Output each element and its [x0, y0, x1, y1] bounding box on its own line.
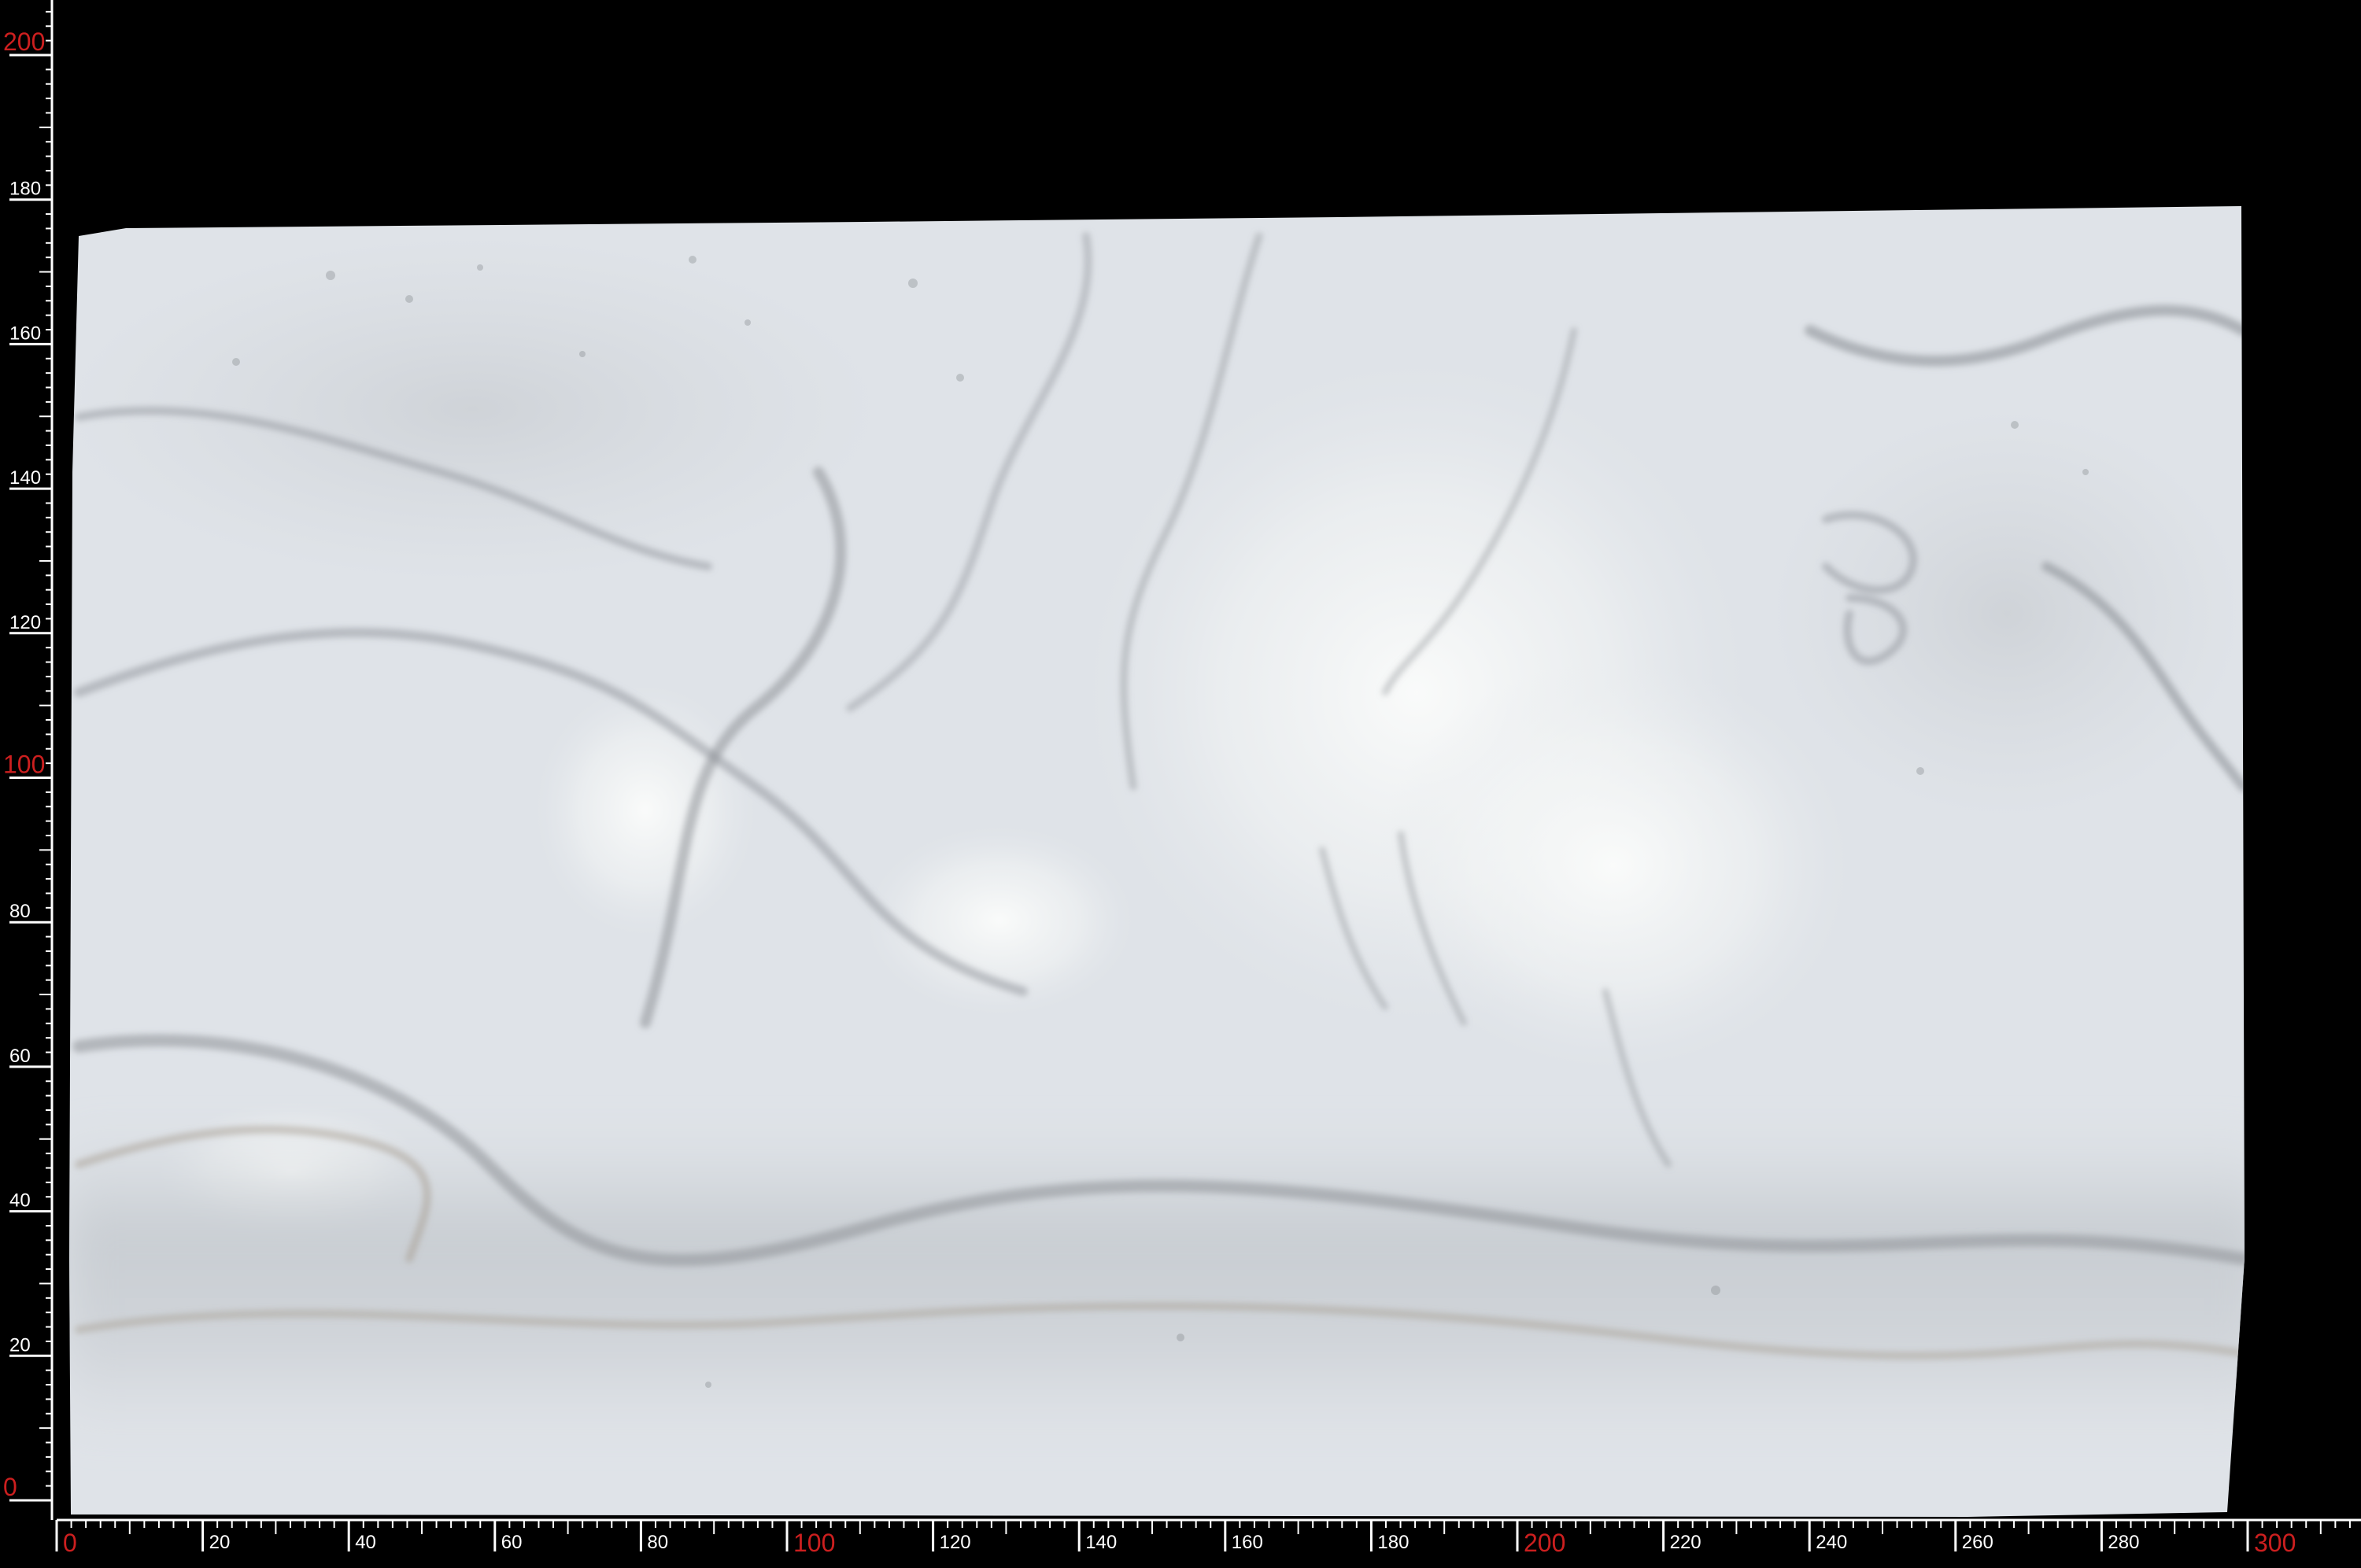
- x-tick-label: 120: [940, 1532, 971, 1553]
- x-tick-label: 140: [1085, 1532, 1117, 1553]
- x-tick-label: 300: [2254, 1529, 2296, 1557]
- y-tick-label: 140: [9, 467, 41, 489]
- x-tick-label: 240: [1816, 1532, 1847, 1553]
- y-tick-label: 0: [3, 1473, 17, 1501]
- x-tick-label: 100: [793, 1529, 835, 1557]
- gray-lower-band: [69, 1117, 2245, 1448]
- marble-slab: [69, 206, 2245, 1517]
- white-left-patch: [535, 684, 756, 936]
- y-tick-label: 40: [9, 1190, 31, 1212]
- x-tick-label: 60: [501, 1532, 523, 1553]
- y-tick-label: 120: [9, 612, 41, 633]
- y-tick-label: 160: [9, 323, 41, 344]
- y-tick-label: 200: [3, 28, 45, 56]
- x-tick-label: 280: [2108, 1532, 2139, 1553]
- x-tick-label: 0: [63, 1529, 77, 1557]
- y-tick-label: 20: [9, 1334, 31, 1356]
- y-tick-label: 80: [9, 901, 31, 922]
- x-tick-label: 80: [647, 1532, 668, 1553]
- x-ruler: 0 20 40 60 80 100 120 140 160 180 200 220 240 260 280 3…: [55, 1518, 2361, 1557]
- x-tick-label: 260: [1962, 1532, 1993, 1553]
- x-tick-label: 180: [1377, 1532, 1409, 1553]
- y-tick-label: 180: [9, 179, 41, 200]
- y-ruler: 0 20 40 60 80 100 120 140 160 180 200: [3, 0, 54, 1520]
- slab-photo-stage: 0 20 40 60 80 100 120 140 160 180 200 220 240 260 280 3…: [0, 0, 2361, 1568]
- white-center-area-2: [1377, 661, 1849, 1070]
- y-tick-label: 60: [9, 1046, 31, 1067]
- y-tick-label: 100: [3, 751, 45, 779]
- x-tick-label: 40: [355, 1532, 376, 1553]
- gray-right-area: [1771, 409, 2243, 818]
- x-tick-label: 200: [1524, 1529, 1565, 1557]
- marble-slab-scene: 0 20 40 60 80 100 120 140 160 180 200 220 240 260 280 3…: [3, 0, 2361, 1557]
- x-tick-label: 20: [209, 1532, 231, 1553]
- x-tick-label: 160: [1232, 1532, 1263, 1553]
- x-tick-label: 220: [1670, 1532, 1701, 1553]
